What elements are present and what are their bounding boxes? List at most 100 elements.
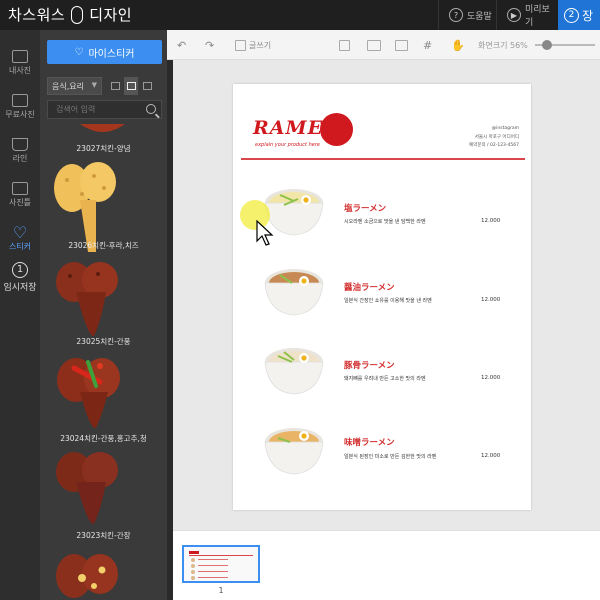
grid-icon: #	[423, 38, 433, 52]
menu-item-title: 塩ラーメン	[344, 204, 387, 214]
rail-free-photos-label: 무료사진	[5, 110, 35, 119]
undo-button[interactable]: ↶	[177, 38, 186, 52]
sticker-thumb[interactable]	[54, 548, 122, 600]
sticker-thumb[interactable]	[54, 352, 124, 430]
view-grid-button[interactable]	[124, 77, 138, 95]
sticker-label: 23026치킨-후라,치즈	[68, 241, 139, 250]
sticker-thumb[interactable]	[54, 258, 122, 338]
search-input[interactable]: 검색어 입력	[47, 100, 162, 119]
view-list-button[interactable]	[108, 77, 122, 95]
step2-label: 장	[582, 8, 594, 23]
size-button[interactable]	[395, 38, 408, 52]
page-icon	[339, 39, 350, 51]
ramen-bowl-icon	[264, 269, 324, 316]
editor-toolbar: ↶ ↷ 글쓰기 # ✋ 화면크기 56%	[167, 30, 600, 60]
layout-button[interactable]	[367, 38, 381, 52]
layout-icon	[367, 39, 381, 51]
folder-icon	[12, 50, 28, 63]
preview-button[interactable]: ▶ 미리보기	[496, 0, 558, 30]
text-tool-label: 글쓰기	[249, 40, 272, 50]
sticker-panel: ♡ 마이스티커 음식,요리 ▼ 검색어 입력 23027치킨-양념 23026치…	[40, 30, 167, 600]
info-address: 서울시 마포구 어디어디	[474, 135, 519, 140]
category-select[interactable]: 음식,요리 ▼	[47, 77, 102, 95]
question-icon: ?	[449, 8, 463, 22]
search-icon	[146, 104, 156, 114]
page-number: 1	[218, 586, 224, 595]
play-icon: ▶	[507, 8, 521, 22]
chevron-down-icon: ▼	[91, 81, 97, 89]
my-sticker-label: 마이스티커	[88, 48, 135, 60]
menu-logo: RAMEN	[253, 117, 342, 139]
category-value: 음식,요리	[52, 81, 84, 91]
menu-item-price: 12.000	[481, 297, 501, 303]
brand-mark-icon	[71, 5, 84, 24]
design-page[interactable]: RAMEN explain your product here @instagr…	[233, 84, 531, 510]
temp-save-count: 1	[12, 261, 28, 278]
search-placeholder: 검색어 입력	[56, 105, 96, 114]
image-icon	[12, 94, 28, 107]
rail-my-photos-label: 내사진	[8, 66, 32, 75]
menu-item-price: 12.000	[481, 375, 501, 381]
grid-button[interactable]: #	[423, 38, 432, 52]
menu-item-desc: 돼지뼈를 우려내 만든 고소한 맛의 라멘	[344, 376, 426, 382]
sticker-label: 23023치킨-간장	[76, 531, 131, 540]
brand-name: 차스워스	[8, 6, 66, 24]
grid-view-icon	[126, 82, 136, 90]
heart-icon: ♡	[12, 223, 28, 242]
rail-temp-save-label: 임시저장	[3, 282, 37, 293]
help-button[interactable]: ? 도움말	[438, 0, 496, 30]
frame-icon	[12, 182, 28, 195]
info-instagram: @instagram	[491, 126, 519, 131]
rail-temp-save[interactable]: 1 임시저장	[0, 256, 40, 298]
info-phone: 예약문의 / 02-123-4567	[469, 143, 519, 148]
my-sticker-button[interactable]: ♡ 마이스티커	[47, 40, 162, 64]
redo-icon: ↷	[205, 38, 215, 52]
zoom-slider-knob[interactable]	[542, 40, 552, 50]
hand-tool-button[interactable]: ✋	[451, 38, 465, 52]
page-thumbnail-strip: 1	[173, 530, 600, 600]
zoom-label: 화면크기 56%	[478, 40, 528, 50]
text-box-icon	[235, 39, 246, 51]
page-thumbnail-preview	[189, 551, 253, 580]
rail-lines[interactable]: 라인	[0, 130, 40, 172]
menu-item-desc: 일본식 된장인 미소로 만든 깊한한 맛의 라멘	[344, 454, 437, 460]
ramen-bowl-icon	[264, 428, 324, 475]
sticker-thumb[interactable]	[75, 124, 130, 136]
rail-free-photos[interactable]: 무료사진	[0, 86, 40, 128]
rail-frames-label: 사진틀	[8, 198, 32, 207]
page-icon-button[interactable]	[339, 38, 350, 52]
rail-my-photos[interactable]: 내사진	[0, 42, 40, 84]
redo-button[interactable]: ↷	[205, 38, 214, 52]
menu-item-title: 豚骨ラーメン	[344, 361, 395, 371]
menu-item-price: 12.000	[481, 453, 501, 459]
sticker-label: 23027치킨-양념	[76, 144, 131, 153]
menu-tagline: explain your product here	[255, 142, 320, 148]
preview-label: 미리보기	[524, 5, 550, 28]
undo-icon: ↶	[177, 38, 187, 52]
view-large-button[interactable]	[140, 77, 154, 95]
menu-item-price: 12.000	[481, 218, 501, 224]
ruler-icon	[395, 39, 408, 51]
brand-logo: 차스워스 디자인	[8, 4, 132, 25]
step2-button[interactable]: 2 장	[558, 0, 600, 30]
line-icon	[12, 138, 28, 151]
brand-suffix: 디자인	[89, 6, 133, 24]
large-view-icon	[142, 82, 152, 90]
sticker-label: 23025치킨-간풍	[76, 337, 131, 346]
canvas-workspace: RAMEN explain your product here @instagr…	[173, 60, 600, 530]
sticker-thumb[interactable]	[54, 448, 122, 526]
page-thumbnail[interactable]	[182, 545, 260, 583]
menu-item-title: 味噌ラーメン	[344, 438, 395, 448]
rail-frames[interactable]: 사진틀	[0, 174, 40, 216]
header-divider	[241, 158, 525, 160]
left-rail: 내사진 무료사진 라인 사진틀 ♡ 스티커 1 임시저장	[0, 30, 40, 600]
heart-outline-icon: ♡	[74, 46, 84, 58]
mouse-cursor-icon	[256, 220, 274, 246]
zoom-slider[interactable]	[535, 40, 595, 50]
menu-item-desc: 시오라멘 소금으로 맛을 낸 담백한 라멘	[344, 219, 426, 225]
step2-number: 2	[564, 7, 579, 23]
rail-stickers[interactable]: ♡ 스티커	[0, 218, 40, 260]
text-tool-button[interactable]: 글쓰기	[235, 38, 271, 52]
rail-stickers-label: 스티커	[8, 242, 32, 251]
sticker-label: 23024치킨-간풍,홍고추,청	[60, 434, 147, 443]
